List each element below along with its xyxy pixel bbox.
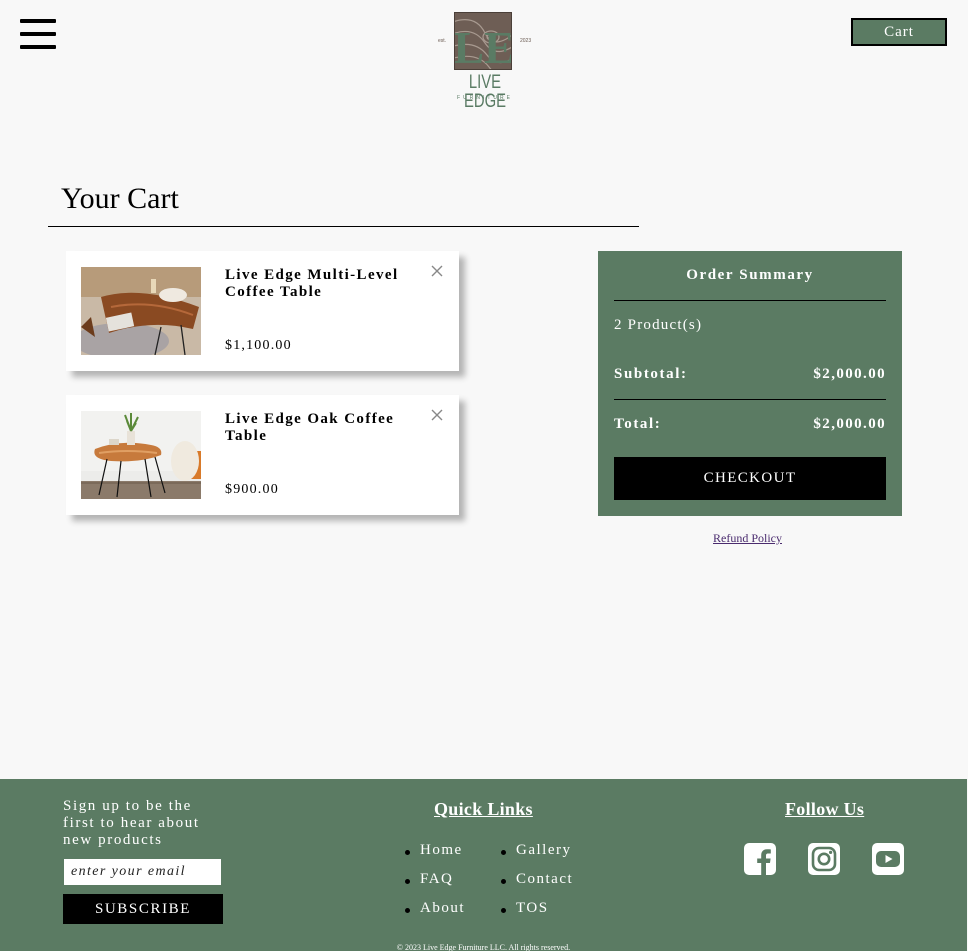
product-count: 2 Product(s) <box>614 317 703 333</box>
subtotal-value: $2,000.00 <box>813 366 886 382</box>
item-name[interactable]: Live Edge Oak Coffee Table <box>225 411 415 445</box>
close-icon[interactable] <box>429 407 445 423</box>
item-price: $1,100.00 <box>225 338 292 353</box>
subtotal-label: Subtotal: <box>614 366 688 382</box>
logo-year-label: 2023 <box>520 38 532 44</box>
footer-link-gallery[interactable]: Gallery <box>501 842 573 871</box>
title-divider <box>48 226 639 227</box>
footer-link-about[interactable]: About <box>405 900 465 929</box>
logo-monogram-text: LE <box>455 22 512 70</box>
footer-link-tos[interactable]: TOS <box>501 900 573 929</box>
quick-links-col1: Home FAQ About <box>405 842 465 929</box>
page-title: Your Cart <box>61 182 179 215</box>
cart-button[interactable]: Cart <box>851 18 947 46</box>
quick-links-heading[interactable]: Quick Links <box>434 799 533 820</box>
summary-divider <box>614 300 886 301</box>
total-label: Total: <box>614 416 662 432</box>
checkout-button[interactable]: CHECKOUT <box>614 457 886 500</box>
refund-policy-link[interactable]: Refund Policy <box>713 531 782 546</box>
cart-item: Live Edge Oak Coffee Table $900.00 <box>66 395 459 515</box>
summary-title: Order Summary <box>686 267 814 283</box>
quick-links-col2: Gallery Contact TOS <box>501 842 573 929</box>
footer: Sign up to be the first to hear about ne… <box>0 779 967 951</box>
copyright: © 2023 Live Edge Furniture LLC. All righ… <box>396 943 571 951</box>
follow-us-heading: Follow Us <box>785 799 865 819</box>
menu-icon[interactable] <box>20 19 56 51</box>
email-field[interactable] <box>63 858 222 886</box>
footer-link-home[interactable]: Home <box>405 842 465 871</box>
facebook-icon[interactable] <box>744 843 776 875</box>
footer-link-faq[interactable]: FAQ <box>405 871 465 900</box>
logo-monogram: LE <box>454 12 512 70</box>
footer-link-contact[interactable]: Contact <box>501 871 573 900</box>
instagram-icon[interactable] <box>808 843 840 875</box>
order-summary: Order Summary 2 Product(s) Subtotal: $2,… <box>598 251 902 516</box>
logo-subtitle: FURNITURE <box>457 95 513 101</box>
total-value: $2,000.00 <box>813 416 886 432</box>
item-name[interactable]: Live Edge Multi-Level Coffee Table <box>225 267 415 301</box>
subscribe-button[interactable]: SUBSCRIBE <box>63 894 223 924</box>
oak-table-photo[interactable] <box>81 411 201 499</box>
logo-est-label: est. <box>438 38 447 44</box>
signup-text: Sign up to be the first to hear about ne… <box>63 798 200 848</box>
youtube-icon[interactable] <box>872 843 904 875</box>
item-price: $900.00 <box>225 482 279 497</box>
coffee-table-photo[interactable] <box>81 267 201 355</box>
logo[interactable]: est. 2023 LE LIVE EDGE FURNITURE <box>436 12 534 111</box>
logo-title: LIVE EDGE <box>463 72 506 112</box>
close-icon[interactable] <box>429 263 445 279</box>
summary-divider <box>614 399 886 400</box>
cart-item: Live Edge Multi-Level Coffee Table $1,10… <box>66 251 459 371</box>
